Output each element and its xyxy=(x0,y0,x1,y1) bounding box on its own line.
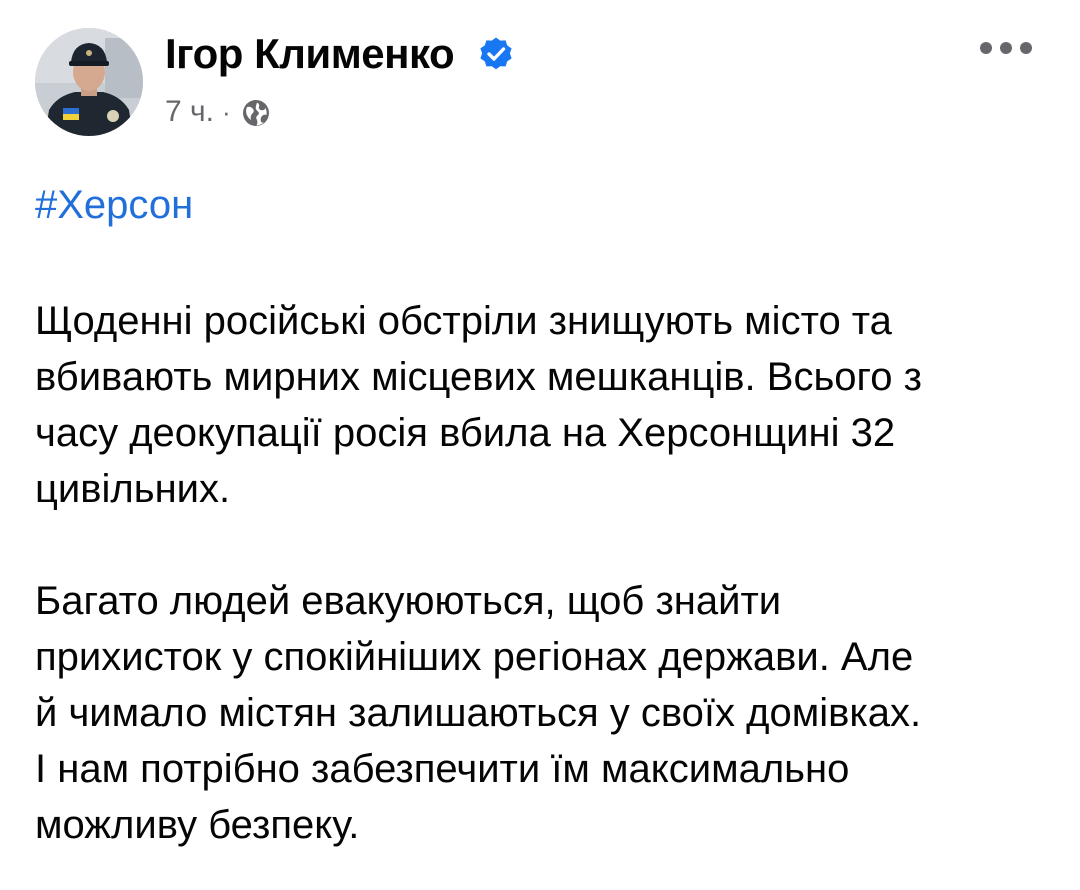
text-line: цивільних. xyxy=(35,467,231,511)
text-line: Щоденні російські обстріли знищують міст… xyxy=(35,299,892,343)
globe-icon xyxy=(242,100,269,126)
hashtag-link[interactable]: #Херсон xyxy=(35,183,193,228)
meta-separator: · xyxy=(221,96,231,127)
author-avatar[interactable] xyxy=(35,28,143,136)
text-line: прихисток у спокійніших регіонах держави… xyxy=(35,635,914,679)
text-line: І нам потрібно забезпечити їм максимальн… xyxy=(35,747,850,791)
post-timestamp[interactable]: 7 ч. xyxy=(165,95,214,129)
text-line: Багато людей евакуюються, щоб знайти xyxy=(35,579,782,623)
more-options-icon[interactable] xyxy=(980,34,1032,62)
post-meta: 7 ч. · xyxy=(165,92,271,132)
post-paragraph-2: Багато людей евакуюються, щоб знайти при… xyxy=(35,573,1055,853)
author-name[interactable]: Ігор Клименко xyxy=(165,30,455,78)
text-line: й чимало містян залишаються у своїх домі… xyxy=(35,691,922,735)
text-line: вбивають мирних місцевих мешканців. Всьо… xyxy=(35,355,922,399)
verified-badge-icon xyxy=(480,37,512,70)
text-line: можливу безпеку. xyxy=(35,803,360,847)
text-line: часу деокупації росія вбила на Херсонщин… xyxy=(35,411,896,455)
more-dot xyxy=(980,42,992,54)
user-avatar-photo-icon xyxy=(35,28,143,136)
more-dot xyxy=(1000,42,1012,54)
post-paragraph-1: Щоденні російські обстріли знищують міст… xyxy=(35,293,1055,517)
more-dot xyxy=(1020,42,1032,54)
facebook-post: Ігор Клименко 7 ч. · #Херсон Щоденні рос… xyxy=(0,0,1080,890)
